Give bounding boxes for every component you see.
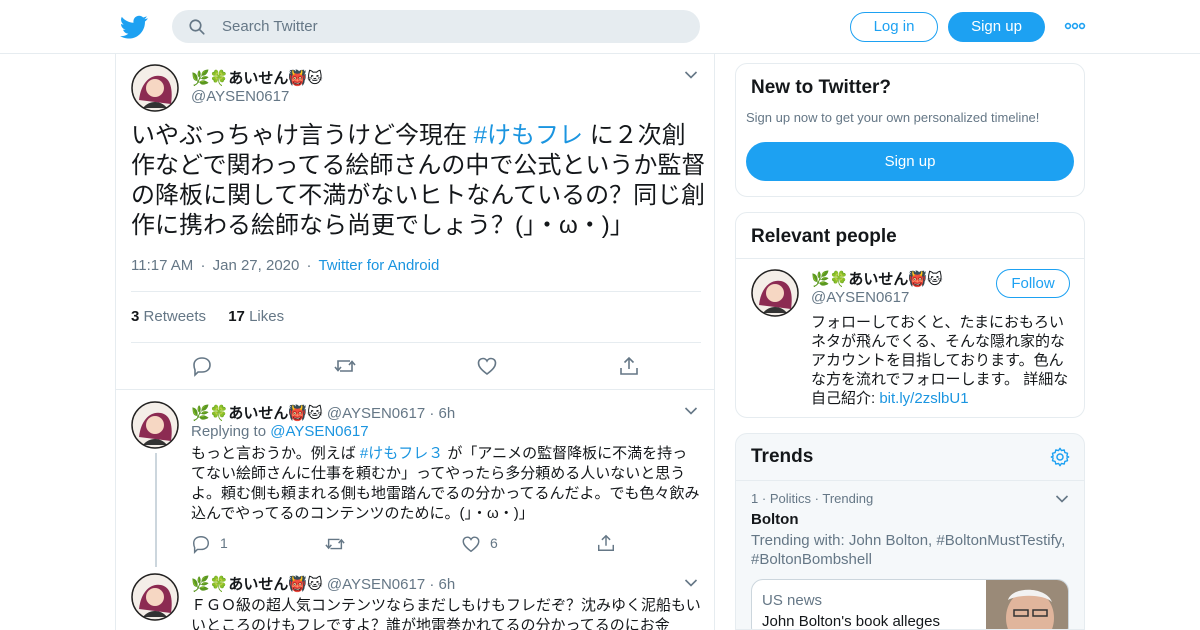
card-title: Trends [751,446,814,467]
share-icon[interactable] [596,533,616,553]
new-to-twitter-card: New to Twitter? Sign up now to get your … [735,63,1085,197]
likes-count: 17 [228,308,245,325]
trend-name[interactable]: Bolton [751,511,798,528]
avatar-image-icon [131,401,179,449]
replying-to: Replying to @AYSEN0617 [191,423,369,440]
likes-label: Likes [249,308,285,325]
like-icon[interactable] [461,534,481,554]
news-card[interactable]: US news John Bolton's book alleges [751,579,1069,630]
top-navigation-bar: Log in Sign up [0,0,1200,54]
avatar-image-icon [751,269,799,317]
replying-to-label: Replying to [191,423,267,440]
author-handle[interactable]: @AYSEN0617 [327,576,425,593]
retweets-count: 3 [131,308,140,325]
card-title: New to Twitter? [751,77,892,98]
reply-icon[interactable] [191,534,211,554]
separator: · [200,257,206,274]
trends-card: Trends 1 · Politics · Trending Bolton Tr… [735,433,1085,630]
separator: · [814,491,819,506]
more-options-icon[interactable] [1064,19,1086,33]
separator: · [429,405,435,422]
reply-age[interactable]: 6h [439,576,456,593]
person-bio: フォローしておくと、たまにおもろいネタが飛んでくる、そんな隠れ家的なアカウントを… [811,313,1073,408]
tweet-metadata: 11:17 AM · Jan 27, 2020 · Twitter for An… [131,257,439,274]
sidebar-signup-button[interactable]: Sign up [746,142,1074,181]
avatar-image-icon [131,573,179,621]
avatar[interactable] [131,401,179,449]
author-name[interactable]: 🌿🍀あいせん👹🐱 [191,576,323,593]
reply-text-part: もっと言おうか。例えば [191,445,360,462]
reply-count: 1 [220,535,228,551]
chevron-down-icon[interactable] [684,578,698,588]
reply-text: もっと言おうか。例えば #けもフレ３ が「アニメの監督降板に不満を持ってない絵師… [191,444,701,524]
tweet-text: いやぶっちゃけ言うけど今現在 #けもフレ に２次創作などで関わってる絵師さんの中… [131,121,706,241]
reply-icon[interactable] [191,354,213,378]
divider [736,258,1084,259]
like-count: 6 [490,535,498,551]
signup-button[interactable]: Sign up [948,12,1045,42]
divider [116,389,714,390]
bio-link[interactable]: bit.ly/2zslbU1 [879,390,968,407]
avatar[interactable] [131,64,179,112]
person-handle[interactable]: @AYSEN0617 [811,289,909,306]
reply-age[interactable]: 6h [439,405,456,422]
author-name[interactable]: 🌿🍀あいせん👹🐱 [191,67,323,88]
reply-header: 🌿🍀あいせん👹🐱 @AYSEN0617 · 6h [191,573,455,594]
thread-line [155,453,157,567]
likes-stat[interactable]: 17 Likes [228,308,284,325]
timeline: 🌿🍀あいせん👹🐱 @AYSEN0617 いやぶっちゃけ言うけど今現在 #けもフレ… [115,54,715,630]
retweet-icon[interactable] [324,534,346,554]
tweet-source-link[interactable]: Twitter for Android [318,257,439,274]
person-name[interactable]: 🌿🍀あいせん👹🐱 [811,268,943,289]
login-button[interactable]: Log in [850,12,938,42]
tweet-text-part: いやぶっちゃけ言うけど今現在 [131,122,474,149]
chevron-down-icon[interactable] [684,406,698,416]
twitter-bird-logo-icon[interactable] [120,13,148,41]
trend-status: Trending [822,491,874,506]
retweets-stat[interactable]: 3 Retweets [131,308,206,325]
news-headline: John Bolton's book alleges [762,613,940,630]
reply-header: 🌿🍀あいせん👹🐱 @AYSEN0617 · 6h [191,402,455,423]
trend-meta: 1 · Politics · Trending [751,491,873,506]
replying-to-handle[interactable]: @AYSEN0617 [270,423,368,440]
author-name[interactable]: 🌿🍀あいせん👹🐱 [191,405,323,422]
hashtag-link[interactable]: #けもフレ３ [360,445,443,462]
share-icon[interactable] [618,354,640,378]
follow-button[interactable]: Follow [996,269,1070,298]
chevron-down-icon[interactable] [684,70,698,80]
divider [736,480,1084,481]
tweet-time[interactable]: 11:17 AM [131,257,193,274]
reply-text: ＦＧＯ級の超人気コンテンツならまだしもけもフレだぞ？沈みゆく泥船もいいところのけ… [191,597,701,630]
search-box[interactable] [172,10,700,43]
avatar[interactable] [131,573,179,621]
trend-category: Politics [769,491,812,506]
author-handle[interactable]: @AYSEN0617 [327,405,425,422]
hashtag-link[interactable]: #けもフレ [474,122,583,149]
separator: · [429,576,435,593]
news-photo-icon [986,580,1068,629]
tweet-date[interactable]: Jan 27, 2020 [213,257,300,274]
news-source: US news [762,592,823,609]
gear-icon[interactable] [1049,446,1071,468]
card-title: Relevant people [751,226,897,247]
separator: · [306,257,312,274]
trend-related[interactable]: Trending with: John Bolton, #BoltonMustT… [751,531,1071,569]
chevron-down-icon[interactable] [1055,494,1069,504]
avatar[interactable] [751,269,799,317]
separator: · [761,491,767,506]
retweets-label: Retweets [143,308,207,325]
card-subtitle: Sign up now to get your own personalized… [746,110,1040,125]
author-handle[interactable]: @AYSEN0617 [191,88,289,105]
trend-rank: 1 [751,491,759,506]
search-icon [189,19,205,35]
avatar-image-icon [131,64,179,112]
retweet-icon[interactable] [333,354,357,378]
like-icon[interactable] [476,354,498,378]
relevant-people-card: Relevant people 🌿🍀あいせん👹🐱 @AYSEN0617 Foll… [735,212,1085,418]
search-input[interactable] [222,10,682,43]
tweet-stats: 3 Retweets 17 Likes [131,291,701,343]
